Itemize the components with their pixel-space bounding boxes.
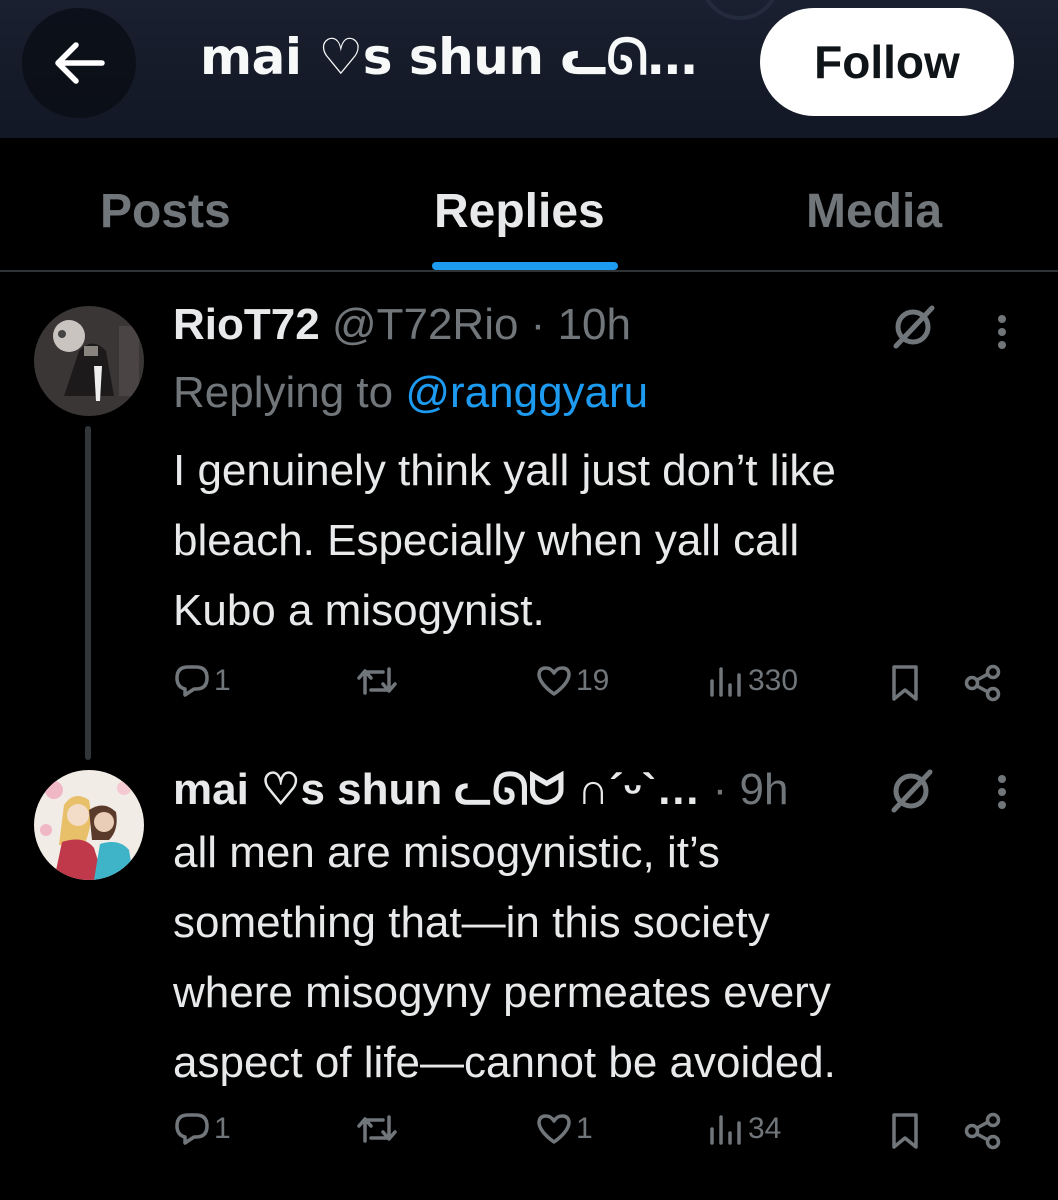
post-mai[interactable]: mai ♡s shun ᓚᘏᗢ ∩´ᵕ`… · 9h all men are m… <box>0 0 1058 1200</box>
post-line: all men are misogynistic, it’s <box>173 828 720 877</box>
post-line: aspect of life—cannot be avoided. <box>173 1038 836 1087</box>
like-button[interactable]: 1 <box>536 1112 593 1146</box>
post-time[interactable]: 9h <box>740 765 789 814</box>
post-line: where misogyny permeates every <box>173 968 831 1017</box>
post-meta: mai ♡s shun ᓚᘏᗢ ∩´ᵕ`… · 9h <box>173 764 788 815</box>
share-icon <box>964 1112 1002 1150</box>
meta-separator: · <box>700 765 740 814</box>
view-count: 34 <box>748 1112 782 1145</box>
bookmark-icon <box>890 1112 920 1150</box>
post-line: something that—in this society <box>173 898 770 947</box>
share-button[interactable] <box>964 1112 1002 1150</box>
views-button[interactable]: 34 <box>708 1112 781 1146</box>
more-options-icon[interactable] <box>996 774 1008 810</box>
heart-icon <box>536 1113 572 1145</box>
post-actions: 1 1 34 <box>0 1112 1058 1172</box>
repost-icon <box>356 1112 398 1146</box>
post-text: all men are misogynistic, it’s something… <box>173 818 1033 1098</box>
repost-button[interactable] <box>356 1112 402 1146</box>
reply-button[interactable]: 1 <box>174 1112 231 1146</box>
reply-icon <box>174 1112 210 1146</box>
like-count: 1 <box>576 1112 593 1145</box>
bookmark-button[interactable] <box>890 1112 920 1150</box>
author-name[interactable]: mai ♡s shun ᓚᘏᗢ ∩´ᵕ`… <box>173 765 700 814</box>
reply-count: 1 <box>214 1112 231 1145</box>
avatar[interactable] <box>34 770 144 880</box>
grok-icon[interactable] <box>886 768 936 814</box>
views-icon <box>708 1113 744 1145</box>
